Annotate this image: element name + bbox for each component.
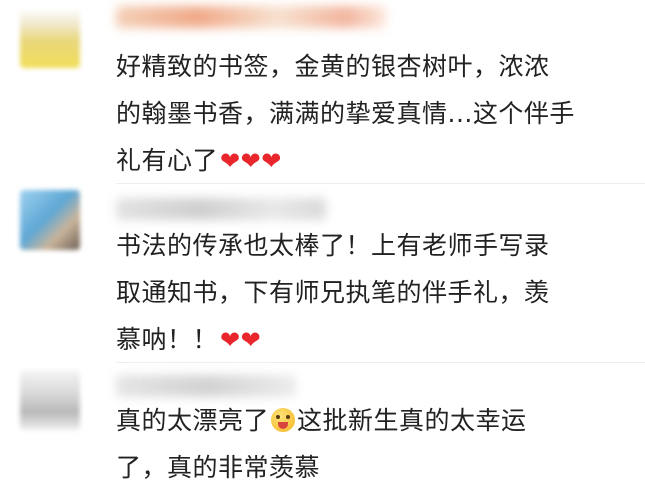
comment-line-text: 真的太漂亮了 — [116, 406, 270, 435]
heart-icon: ❤❤ — [220, 326, 262, 354]
tongue-out-emoji-icon — [271, 408, 296, 432]
comment-line: 的翰墨书香，满满的挚爱真情...这个伴手 — [116, 99, 575, 128]
comment-text: 好精致的书签，金黄的银杏树叶，浓浓 的翰墨书香，满满的挚爱真情...这个伴手 礼… — [116, 43, 626, 185]
username[interactable] — [116, 375, 296, 397]
divider — [116, 183, 645, 184]
comment-line: 慕呐！！❤❤ — [116, 316, 626, 364]
comment-line: 礼有心了❤❤❤ — [116, 137, 626, 185]
comment-line-text: 这批新生真的太幸运 — [297, 406, 527, 435]
avatar[interactable] — [20, 190, 80, 250]
comment-text: 书法的传承也太棒了！上有老师手写录 取通知书，下有师兄执笔的伴手礼，羡 慕呐！！… — [116, 222, 626, 364]
comment-line-text: 慕呐！！ — [116, 325, 219, 354]
comment-text: 真的太漂亮了 这批新生真的太幸运 了，真的非常羡慕 — [116, 397, 626, 491]
avatar[interactable] — [20, 8, 80, 68]
comment-line: 了，真的非常羡慕 — [116, 453, 321, 482]
comment-line-text: 礼有心了 — [116, 146, 219, 175]
username[interactable] — [116, 198, 326, 220]
username[interactable] — [116, 6, 386, 28]
comment-line: 真的太漂亮了 这批新生真的太幸运 — [116, 397, 626, 444]
avatar[interactable] — [20, 370, 80, 430]
heart-icon: ❤❤❤ — [220, 147, 282, 175]
comment-line: 取通知书，下有师兄执笔的伴手礼，羡 — [116, 278, 550, 307]
comment-line: 书法的传承也太棒了！上有老师手写录 — [116, 231, 550, 260]
comment-line: 好精致的书签，金黄的银杏树叶，浓浓 — [116, 52, 550, 81]
divider — [116, 362, 645, 363]
